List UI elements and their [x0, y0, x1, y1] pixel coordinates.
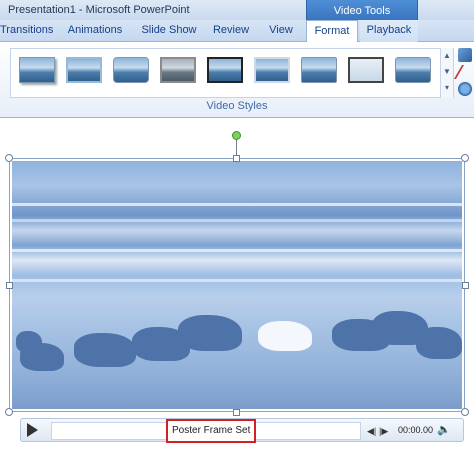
horse-figure — [416, 327, 462, 359]
ribbon-format: ▲ ▼ ▾ Video Styles — [0, 42, 474, 118]
video-tools-header: Video Tools — [306, 0, 418, 20]
resize-handle-top[interactable] — [233, 155, 240, 162]
move-forward-icon[interactable]: |▶ — [379, 426, 388, 437]
resize-handle-top-left[interactable] — [5, 154, 13, 162]
tab-view[interactable]: View — [264, 20, 298, 42]
title-bar: Presentation1 - Microsoft PowerPoint Vid… — [0, 0, 474, 20]
video-control-bar: Poster Frame Set ◀| |▶ 00:00.00 🔈 — [20, 418, 464, 443]
wave-line — [12, 249, 462, 252]
rotation-connector — [236, 139, 237, 155]
playback-time: 00:00.00 — [398, 425, 434, 435]
video-style-thumbnail[interactable] — [19, 57, 55, 83]
video-shape-icon[interactable] — [458, 48, 472, 62]
resize-handle-bottom-right[interactable] — [461, 408, 469, 416]
tab-format[interactable]: Format — [306, 20, 358, 43]
wave-line — [12, 279, 462, 282]
gallery-scrollbar: ▲ ▼ ▾ — [440, 48, 453, 98]
gallery-more-button[interactable]: ▾ — [441, 80, 453, 96]
video-effects-icon[interactable] — [458, 82, 472, 96]
wave-line — [12, 219, 462, 222]
tab-transitions[interactable]: Transitions — [0, 20, 53, 42]
resize-handle-bottom-left[interactable] — [5, 408, 13, 416]
video-style-thumbnail[interactable] — [254, 57, 290, 83]
tab-animations[interactable]: Animations — [64, 20, 126, 42]
video-border-icon[interactable] — [453, 65, 473, 79]
video-style-thumbnail[interactable] — [207, 57, 243, 83]
video-style-thumbnail[interactable] — [301, 57, 337, 83]
video-poster-frame[interactable] — [12, 161, 462, 409]
move-back-icon[interactable]: ◀| — [367, 426, 376, 437]
window-title: Presentation1 - Microsoft PowerPoint — [8, 4, 190, 16]
video-styles-gallery — [10, 48, 454, 98]
tab-review[interactable]: Review — [210, 20, 252, 42]
resize-handle-bottom[interactable] — [233, 409, 240, 416]
resize-handle-top-right[interactable] — [461, 154, 469, 162]
tab-slide-show[interactable]: Slide Show — [140, 20, 198, 42]
ribbon-tab-row: Transitions Animations Slide Show Review… — [0, 20, 474, 43]
resize-handle-left[interactable] — [6, 282, 13, 289]
tab-playback[interactable]: Playback — [360, 20, 418, 42]
horse-figure — [74, 333, 136, 367]
video-style-options — [453, 46, 474, 102]
volume-icon[interactable]: 🔈 — [437, 423, 451, 436]
rotation-handle[interactable] — [232, 131, 241, 140]
video-style-thumbnail[interactable] — [113, 57, 149, 83]
video-style-thumbnail[interactable] — [160, 57, 196, 83]
video-style-thumbnail[interactable] — [395, 57, 431, 83]
horse-figure — [20, 343, 64, 371]
gallery-scroll-up-button[interactable]: ▲ — [441, 48, 453, 64]
resize-handle-right[interactable] — [462, 282, 469, 289]
white-horse-figure — [258, 321, 312, 351]
horse-figure — [178, 315, 242, 351]
poster-frame-status: Poster Frame Set — [166, 419, 257, 443]
video-styles-group-label: Video Styles — [206, 100, 268, 112]
gallery-scroll-down-button[interactable]: ▼ — [441, 64, 453, 80]
wave-line — [12, 203, 462, 206]
video-style-thumbnail[interactable] — [66, 57, 102, 83]
video-style-thumbnail[interactable] — [348, 57, 384, 83]
play-icon[interactable] — [27, 423, 38, 437]
